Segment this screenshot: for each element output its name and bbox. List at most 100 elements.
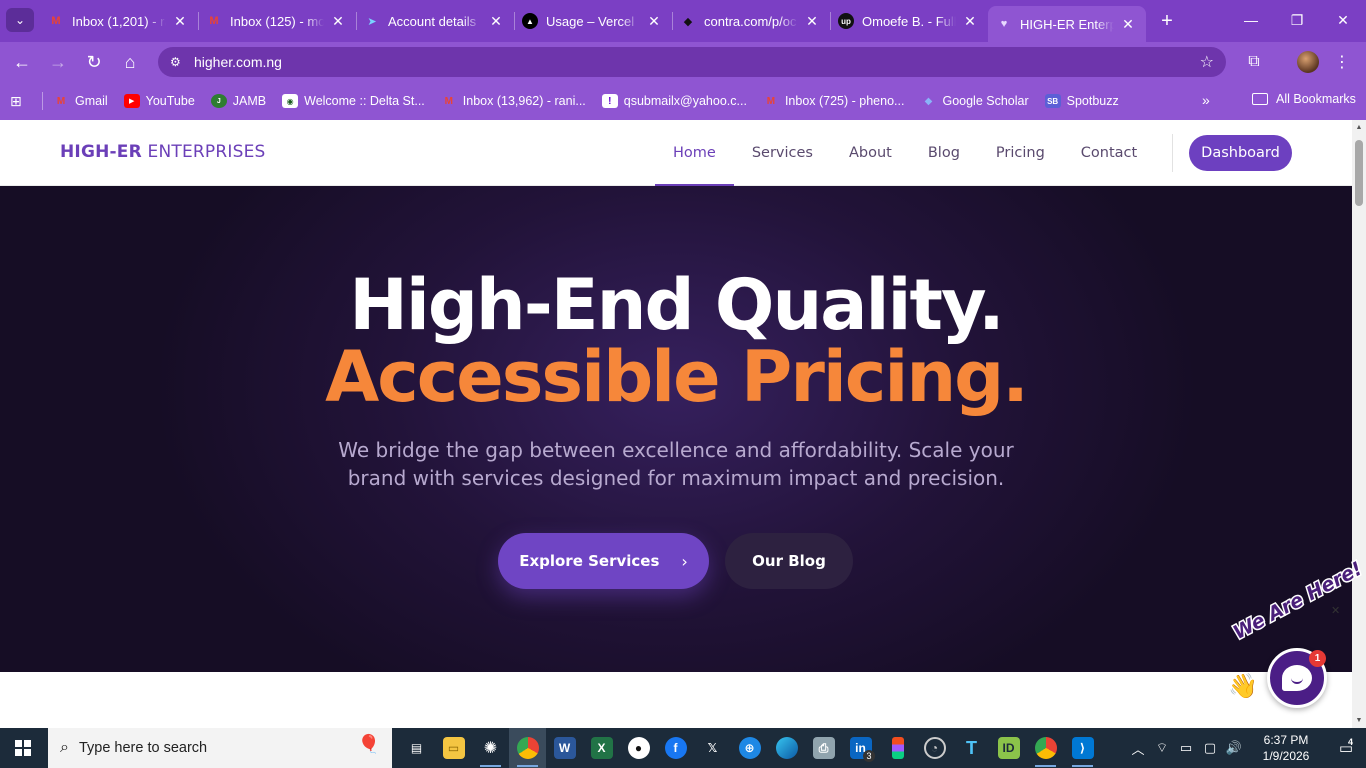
browser-tab[interactable]: ▲ Usage – Vercel ✕ xyxy=(514,0,672,42)
chrome-icon[interactable] xyxy=(1027,728,1064,768)
bookmark-item[interactable]: ▶ YouTube xyxy=(123,94,195,108)
nav-about[interactable]: About xyxy=(831,120,910,186)
restore-icon[interactable]: ❐ xyxy=(1274,0,1320,40)
edge-icon[interactable] xyxy=(768,728,805,768)
close-tab-icon[interactable]: ✕ xyxy=(488,13,504,30)
extensions-icon[interactable]: ⧉ xyxy=(1242,50,1266,74)
notification-icon[interactable]: ▭ 4 xyxy=(1326,737,1366,757)
jamb-icon: J xyxy=(210,94,227,108)
clock[interactable]: 6:37 PM 1/9/2026 xyxy=(1246,732,1326,764)
bookmark-item[interactable]: J JAMB xyxy=(210,94,267,108)
nav-services[interactable]: Services xyxy=(734,120,831,186)
site-header: HIGH-ER ENTERPRISES Home Services About … xyxy=(0,120,1352,186)
battery-icon[interactable]: ▭ xyxy=(1174,740,1198,756)
scrollbar-thumb[interactable] xyxy=(1355,140,1363,206)
profile-avatar[interactable] xyxy=(1296,50,1320,74)
bookmark-item[interactable]: ! qsubmailx@yahoo.c... xyxy=(601,94,747,108)
obs-icon[interactable]: ◔ xyxy=(916,728,953,768)
close-tab-icon[interactable]: ✕ xyxy=(962,13,978,30)
wifi-icon[interactable]: ⌔ xyxy=(1150,740,1174,756)
all-bookmarks-button[interactable]: All Bookmarks xyxy=(1252,92,1356,106)
tab-title: HIGH-ER Enterpr xyxy=(1020,16,1114,32)
bookmark-label: YouTube xyxy=(145,94,195,108)
close-icon[interactable]: ✕ xyxy=(1331,604,1340,617)
hero-title-line1: High-End Quality. xyxy=(349,264,1005,346)
gmail-icon: M xyxy=(56,95,66,107)
chevron-down-icon: ⌄ xyxy=(14,13,26,27)
bookmark-item[interactable]: M Gmail xyxy=(53,94,108,108)
task-view-icon[interactable]: ▤ xyxy=(398,728,435,768)
bookmark-item[interactable]: M Inbox (725) - pheno... xyxy=(763,94,905,108)
tab-strip: M Inbox (1,201) - ra ✕ M Inbox (125) - m… xyxy=(40,0,1182,42)
minimize-icon[interactable]: — xyxy=(1228,0,1274,40)
figma-icon[interactable] xyxy=(879,728,916,768)
github-icon[interactable]: ● xyxy=(620,728,657,768)
chatgpt-icon[interactable]: ✺ xyxy=(472,728,509,768)
divider xyxy=(1172,134,1173,172)
nav-blog[interactable]: Blog xyxy=(910,120,978,186)
back-arrow-icon[interactable]: ← xyxy=(10,50,34,74)
site-info-icon[interactable]: ⚙ xyxy=(170,55,188,69)
nav-pricing[interactable]: Pricing xyxy=(978,120,1063,186)
scholar-icon: ◆ xyxy=(924,95,933,107)
contra-icon: ◆ xyxy=(683,15,693,28)
bookmark-star-icon[interactable]: ☆ xyxy=(1200,52,1214,72)
x-icon[interactable]: 𝕏 xyxy=(694,728,731,768)
browser-tab-active[interactable]: ♥ HIGH-ER Enterpr ✕ xyxy=(988,6,1146,42)
linkedin-icon[interactable]: in 3 xyxy=(842,728,879,768)
close-tab-icon[interactable]: ✕ xyxy=(646,13,662,30)
youtube-icon: ▶ xyxy=(123,94,140,108)
site-logo[interactable]: HIGH-ER ENTERPRISES xyxy=(60,142,266,162)
chrome-icon[interactable] xyxy=(509,728,546,768)
meet-now-icon[interactable]: ▢ xyxy=(1198,740,1222,756)
scroll-up-icon[interactable]: ▲ xyxy=(1355,124,1363,131)
typora-icon[interactable]: T xyxy=(953,728,990,768)
chevron-double-right-icon[interactable]: » xyxy=(1202,92,1210,108)
menu-kebab-icon[interactable]: ⋮ xyxy=(1330,50,1354,74)
file-explorer-icon[interactable]: ▭ xyxy=(435,728,472,768)
bookmark-item[interactable]: SB Spotbuzz xyxy=(1044,94,1119,108)
browser-tabbar: ⌄ M Inbox (1,201) - ra ✕ M Inbox (125) -… xyxy=(0,0,1366,42)
indesign-icon[interactable]: ID xyxy=(990,728,1027,768)
facebook-icon[interactable]: f xyxy=(657,728,694,768)
start-button[interactable] xyxy=(0,728,46,768)
browser-tab[interactable]: M Inbox (1,201) - ra ✕ xyxy=(40,0,198,42)
excel-icon[interactable]: X xyxy=(583,728,620,768)
explore-services-button[interactable]: Explore Services › xyxy=(498,533,709,589)
word-icon[interactable]: W xyxy=(546,728,583,768)
printer-icon[interactable]: ⎙ xyxy=(805,728,842,768)
bookmark-item[interactable]: ◆ Google Scholar xyxy=(920,94,1029,108)
url-text[interactable]: higher.com.ng xyxy=(194,54,282,70)
close-window-icon[interactable]: ✕ xyxy=(1320,0,1366,40)
browser-tab[interactable]: up Omoefe B. - Full ✕ xyxy=(830,0,988,42)
page-scrollbar[interactable]: ▲ ▼ xyxy=(1352,120,1366,728)
tab-search-button[interactable]: ⌄ xyxy=(6,8,34,32)
new-tab-button[interactable]: + xyxy=(1152,0,1182,42)
dashboard-button[interactable]: Dashboard xyxy=(1189,135,1292,171)
reload-icon[interactable]: ↻ xyxy=(82,50,106,74)
browser-tab[interactable]: M Inbox (125) - mo ✕ xyxy=(198,0,356,42)
home-icon[interactable]: ⌂ xyxy=(118,50,142,74)
browser-tab[interactable]: ➤ Account details ✕ xyxy=(356,0,514,42)
taskbar-search[interactable]: ⌕ Type here to search 🎈 xyxy=(48,728,392,768)
volume-icon[interactable]: 🔊 xyxy=(1222,740,1246,756)
browser-tab[interactable]: ◆ contra.com/p/oc ✕ xyxy=(672,0,830,42)
vscode-icon[interactable]: ⟩ xyxy=(1064,728,1101,768)
apps-grid-icon[interactable]: ⊞ xyxy=(10,93,30,110)
close-tab-icon[interactable]: ✕ xyxy=(1120,16,1136,33)
bookmark-label: Inbox (13,962) - rani... xyxy=(462,94,586,108)
nav-home[interactable]: Home xyxy=(655,120,734,186)
scroll-down-icon[interactable]: ▼ xyxy=(1355,717,1363,724)
close-tab-icon[interactable]: ✕ xyxy=(172,13,188,30)
close-tab-icon[interactable]: ✕ xyxy=(804,13,820,30)
forward-arrow-icon[interactable]: → xyxy=(46,50,70,74)
close-tab-icon[interactable]: ✕ xyxy=(330,13,346,30)
bookmark-label: JAMB xyxy=(232,94,267,108)
bookmark-item[interactable]: M Inbox (13,962) - rani... xyxy=(441,94,586,108)
network-app-icon[interactable]: ⊕ xyxy=(731,728,768,768)
bookmark-item[interactable]: ◉ Welcome :: Delta St... xyxy=(282,94,425,108)
address-bar[interactable]: ⚙ higher.com.ng ☆ xyxy=(158,47,1226,77)
chevron-up-icon[interactable]: ︿ xyxy=(1126,739,1150,758)
nav-contact[interactable]: Contact xyxy=(1063,120,1155,186)
our-blog-button[interactable]: Our Blog xyxy=(725,533,853,589)
